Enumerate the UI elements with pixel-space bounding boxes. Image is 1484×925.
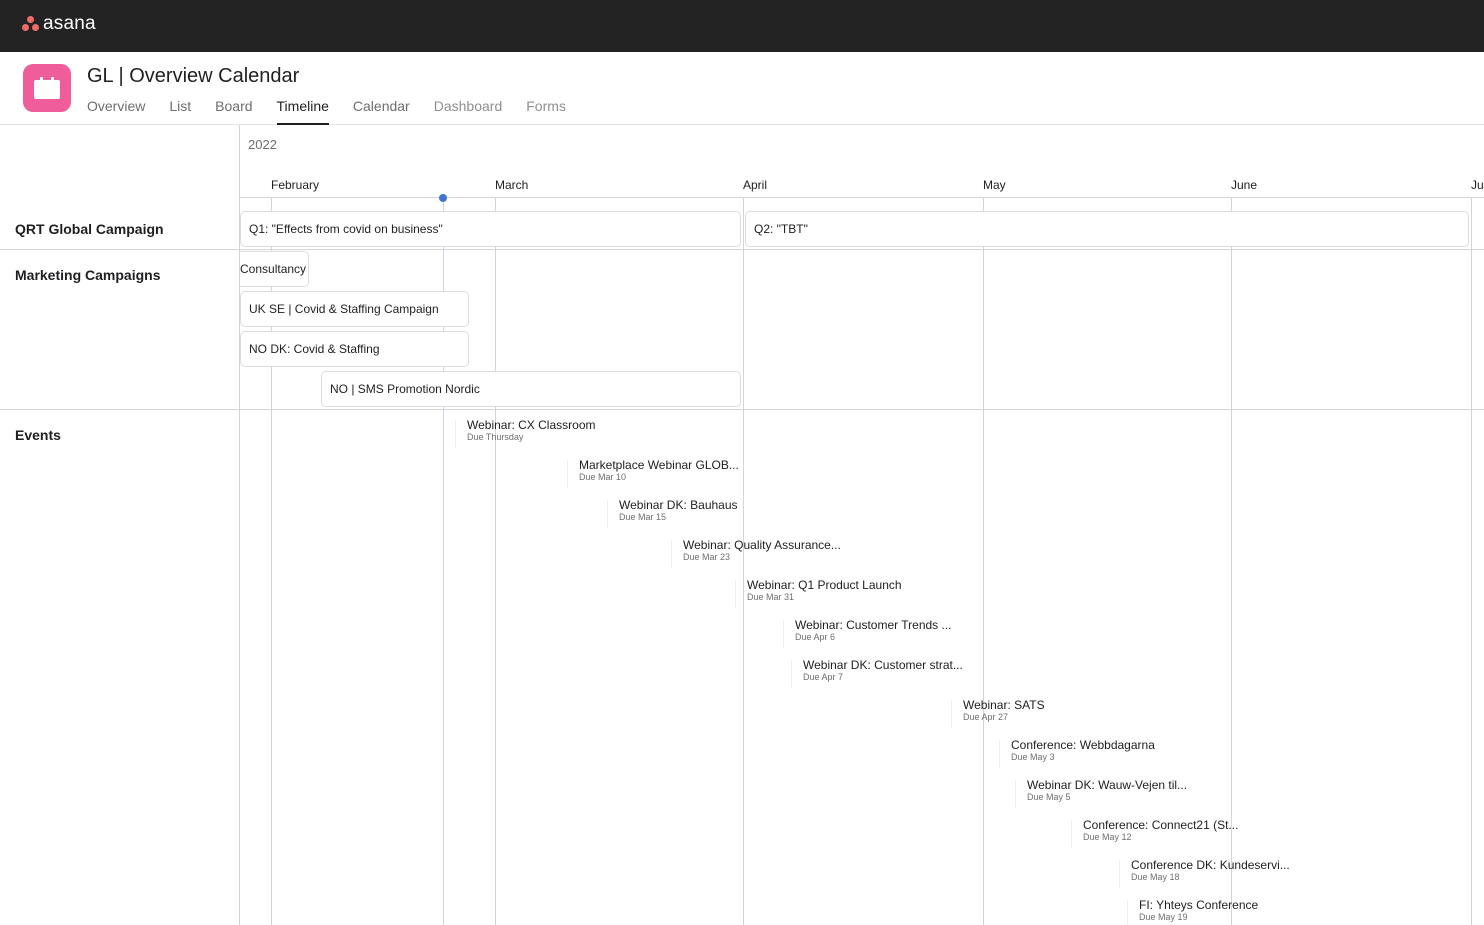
event-title: Webinar DK: Wauw-Vejen til...	[1027, 778, 1188, 792]
event-due-date: Due Mar 15	[619, 512, 667, 522]
group-separator	[0, 409, 1484, 410]
event-title: Conference: Webbdagarna	[1011, 738, 1155, 752]
timeline-view: 2022 February March April May June Ju QR…	[0, 125, 1484, 925]
event-due-date: Due May 12	[1083, 832, 1132, 842]
project-tabs: Overview List Board Timeline Calendar Da…	[87, 98, 590, 125]
timeline-bar[interactable]: NO DK: Covid & Staffing	[240, 331, 469, 367]
month-label: April	[743, 178, 768, 192]
event-due-date: Due Apr 7	[803, 672, 844, 682]
event-due-date: Due Mar 31	[747, 592, 795, 602]
month-gridline	[1231, 197, 1232, 925]
month-gridline	[743, 197, 744, 925]
timeline-bar[interactable]: Consultancy	[240, 251, 309, 287]
event-title: Webinar: Quality Assurance...	[683, 538, 841, 552]
event-title: Marketplace Webinar GLOB...	[579, 458, 739, 472]
event-due-date: Due Thursday	[467, 432, 524, 442]
group-separator	[0, 249, 1484, 250]
page-title: GL | Overview Calendar	[87, 65, 300, 87]
event-due-date: Due May 19	[1139, 912, 1188, 922]
group-column-divider	[239, 125, 240, 925]
logo-text: asana	[43, 13, 96, 34]
month-label: June	[1231, 178, 1258, 192]
month-gridline	[983, 197, 984, 925]
tab-overview[interactable]: Overview	[87, 98, 145, 125]
event-title: Webinar: Q1 Product Launch	[747, 578, 902, 592]
month-header-rule	[240, 197, 1484, 198]
tab-calendar[interactable]: Calendar	[353, 98, 410, 125]
event-due-date: Due May 3	[1011, 752, 1055, 762]
event-due-date: Due Mar 23	[683, 552, 731, 562]
event-title: Webinar: Customer Trends ...	[795, 618, 952, 632]
month-label: May	[983, 178, 1006, 192]
tab-dashboard[interactable]: Dashboard	[434, 98, 503, 125]
timeline-bar[interactable]: Q1: "Effects from covid on business"	[240, 211, 741, 247]
event-title: Webinar: SATS	[963, 698, 1045, 712]
event-title: Webinar: CX Classroom	[467, 418, 596, 432]
event-title: Webinar DK: Bauhaus	[619, 498, 738, 512]
group-label-marketing-campaigns[interactable]: Marketing Campaigns	[15, 267, 160, 283]
event-due-date: Due Apr 27	[963, 712, 1009, 722]
month-gridline	[1471, 197, 1472, 925]
tab-forms[interactable]: Forms	[526, 98, 566, 125]
event-title: Conference DK: Kundeservi...	[1131, 858, 1290, 872]
month-label: March	[495, 178, 529, 192]
tab-board[interactable]: Board	[215, 98, 252, 125]
event-due-date: Due May 18	[1131, 872, 1180, 882]
top-bar: asana	[0, 0, 1484, 52]
timeline-bar[interactable]: UK SE | Covid & Staffing Campaign	[240, 291, 469, 327]
event-due-date: Due May 5	[1027, 792, 1071, 802]
month-label: Ju	[1471, 178, 1484, 192]
month-gridline	[495, 197, 496, 925]
asana-logo[interactable]: asana	[22, 13, 96, 34]
project-header: GL | Overview Calendar Overview List Boa…	[0, 52, 1484, 125]
timeline-bar[interactable]: NO | SMS Promotion Nordic	[321, 371, 741, 407]
timeline-bar[interactable]: Q2: "TBT"	[745, 211, 1469, 247]
month-label: February	[271, 178, 320, 192]
event-due-date: Due Apr 6	[795, 632, 836, 642]
group-label-events[interactable]: Events	[15, 427, 61, 443]
event-title: FI: Yhteys Conference	[1139, 898, 1259, 912]
calendar-icon[interactable]	[23, 64, 71, 112]
event-due-date: Due Mar 10	[579, 472, 627, 482]
year-label: 2022	[248, 137, 277, 152]
tab-timeline[interactable]: Timeline	[276, 98, 330, 125]
event-title: Webinar DK: Customer strat...	[803, 658, 963, 672]
asana-logo-icon	[22, 16, 40, 32]
tab-list[interactable]: List	[169, 98, 191, 125]
today-marker	[439, 194, 447, 202]
event-title: Conference: Connect21 (St...	[1083, 818, 1239, 832]
group-label-qrt-global-campaign[interactable]: QRT Global Campaign	[15, 221, 164, 237]
